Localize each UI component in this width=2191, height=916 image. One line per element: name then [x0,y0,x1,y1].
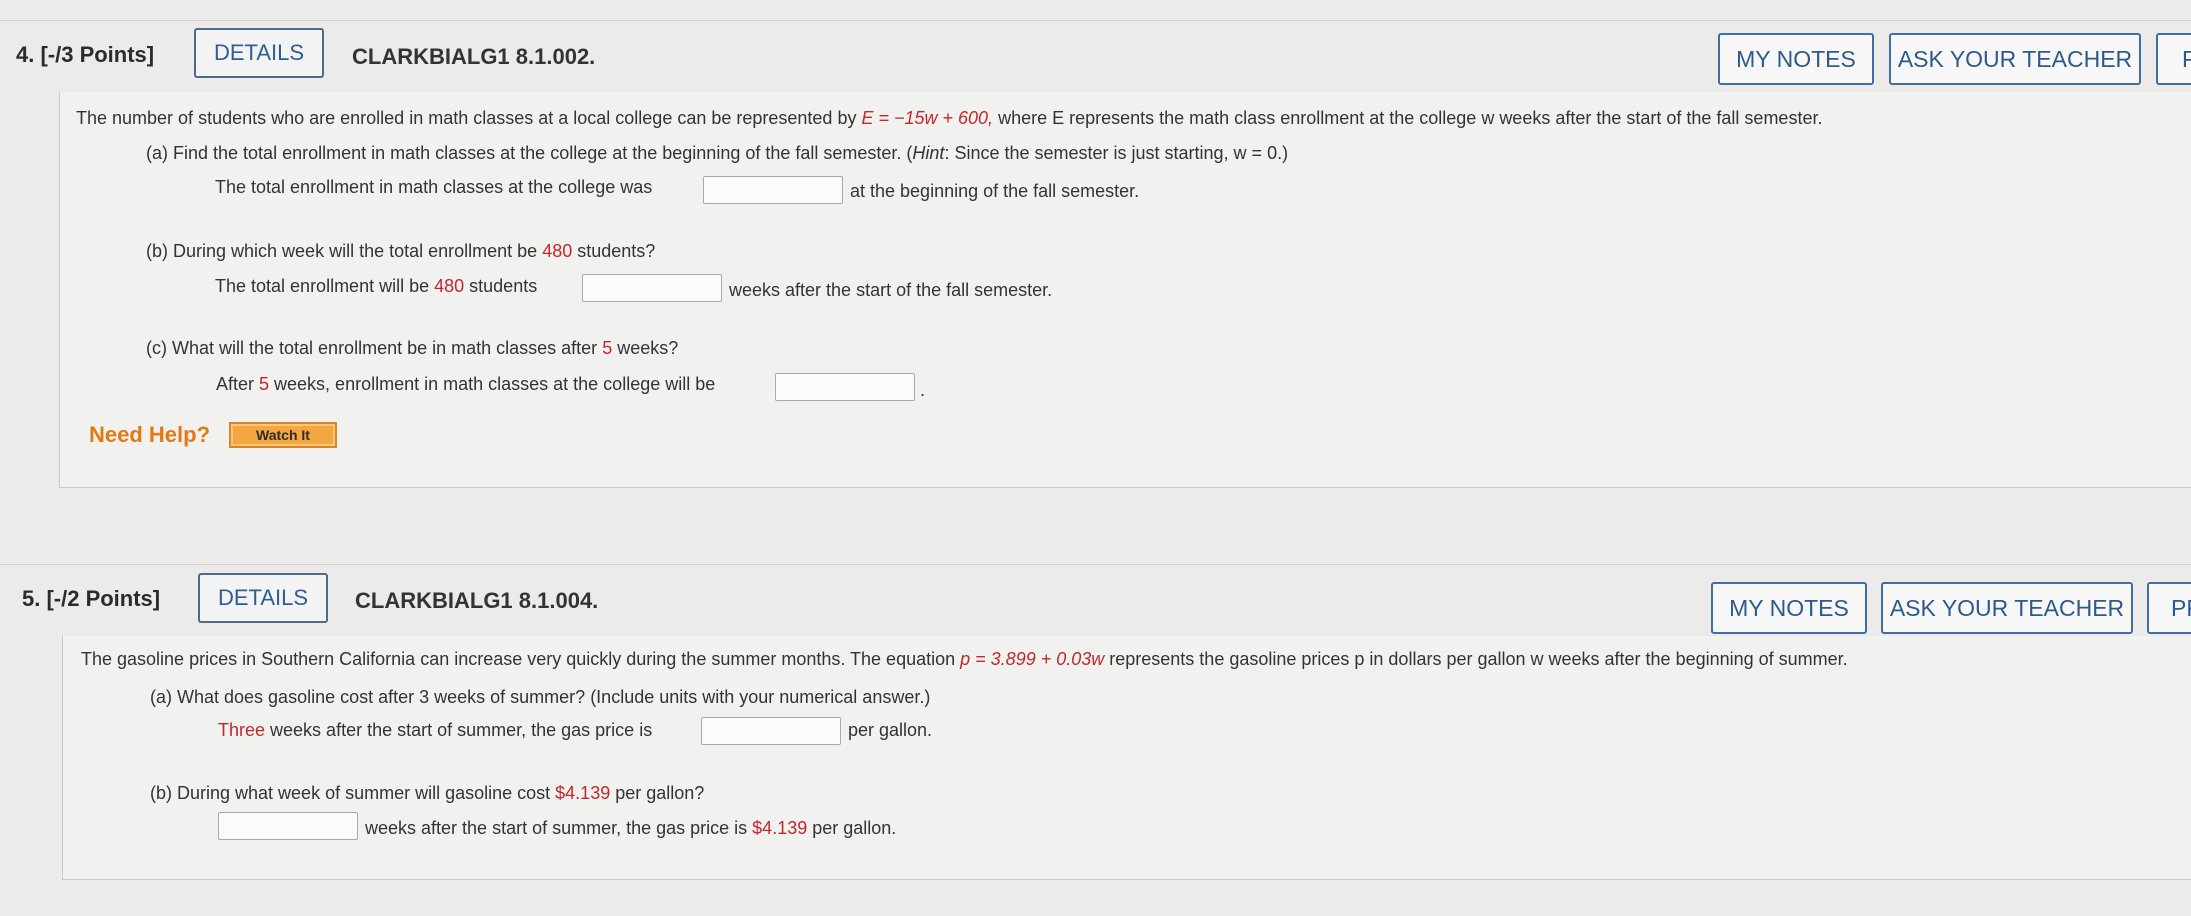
my-notes-button[interactable]: MY NOTES [1711,582,1867,634]
problem-intro: The gasoline prices in Southern Californ… [81,649,1848,669]
part-b-suffix: weeks after the start of summer, the gas… [365,818,897,838]
question-number: 5. [-/2 Points] [22,586,161,611]
part-a-answer-input[interactable] [701,717,841,745]
part-a-label: Three weeks after the start of summer, t… [218,720,653,740]
part-a-answer-input[interactable] [703,176,843,204]
part-c-question: (c) What will the total enrollment be in… [146,338,679,358]
question-code: CLARKBIALG1 8.1.002. [352,44,596,69]
part-b-question: (b) During which week will the total enr… [146,241,656,261]
part-c-label: After 5 weeks, enrollment in math classe… [216,374,716,394]
ask-your-teacher-button[interactable]: ASK YOUR TEACHER [1881,582,2133,634]
part-a-label: The total enrollment in math classes at … [215,177,653,197]
equation: E = −15w + 600, [861,108,994,128]
watch-it-button[interactable]: Watch It [229,422,337,448]
part-a-question: (a) Find the total enrollment in math cl… [146,143,1289,163]
part-a-question: (a) What does gasoline cost after 3 week… [150,687,931,707]
ask-your-teacher-button[interactable]: ASK YOUR TEACHER [1889,33,2141,85]
part-b-answer-input[interactable] [582,274,722,302]
part-c-answer-input[interactable] [775,373,915,401]
equation: p = 3.899 + 0.03w [960,649,1105,669]
part-b-question: (b) During what week of summer will gaso… [150,783,705,803]
need-help-label: Need Help? [89,422,211,447]
question-panel [62,636,2191,880]
question-number: 4. [-/3 Points] [16,42,155,67]
details-button[interactable]: DETAILS [198,573,328,623]
part-c-suffix: . [920,380,926,400]
divider [0,20,2191,21]
question-code: CLARKBIALG1 8.1.004. [355,588,599,613]
practice-another-button[interactable]: P [2156,33,2191,85]
details-button[interactable]: DETAILS [194,28,324,78]
part-a-suffix: at the beginning of the fall semester. [850,181,1140,201]
part-b-answer-input[interactable] [218,812,358,840]
divider [0,564,2191,565]
problem-intro: The number of students who are enrolled … [76,108,1823,128]
part-b-label: The total enrollment will be 480 student… [215,276,538,296]
my-notes-button[interactable]: MY NOTES [1718,33,1874,85]
practice-another-button[interactable]: PF [2147,582,2191,634]
part-b-suffix: weeks after the start of the fall semest… [729,280,1053,300]
part-a-suffix: per gallon. [848,720,933,740]
